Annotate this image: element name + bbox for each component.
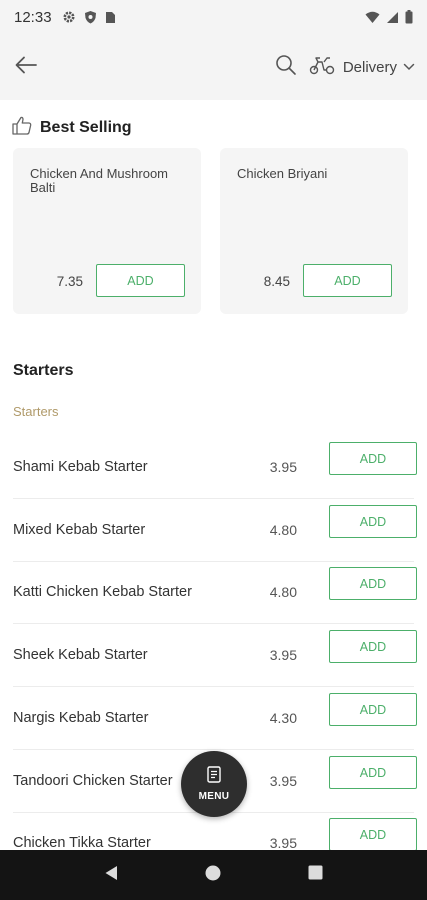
menu-item-price: 3.95 bbox=[269, 835, 297, 850]
scooter-icon bbox=[309, 55, 335, 80]
add-button[interactable]: ADD bbox=[329, 630, 417, 663]
add-button[interactable]: ADD bbox=[96, 264, 185, 297]
search-icon bbox=[275, 54, 297, 81]
row-divider bbox=[13, 686, 414, 687]
delivery-label: Delivery bbox=[342, 58, 397, 76]
add-button[interactable]: ADD bbox=[329, 756, 417, 789]
status-time: 12:33 bbox=[14, 8, 52, 26]
menu-item-price: 3.95 bbox=[269, 459, 297, 475]
wifi-icon bbox=[365, 11, 380, 24]
starters-section-title: Starters bbox=[13, 362, 74, 379]
signal-icon bbox=[386, 11, 399, 24]
chevron-down-icon bbox=[403, 58, 415, 76]
menu-item-name: Tandoori Chicken Starter bbox=[13, 773, 173, 789]
best-selling-header: Best Selling bbox=[12, 116, 132, 140]
menu-item-name: Sheek Kebab Starter bbox=[13, 647, 148, 663]
thumbs-up-icon bbox=[12, 116, 32, 140]
add-button[interactable]: ADD bbox=[329, 567, 417, 600]
system-nav-bar bbox=[0, 850, 427, 900]
gear-icon bbox=[62, 10, 76, 24]
menu-item-name: Katti Chicken Kebab Starter bbox=[13, 584, 192, 600]
menu-item-name: Shami Kebab Starter bbox=[13, 459, 148, 475]
delivery-selector[interactable]: Delivery bbox=[309, 55, 415, 80]
status-icons-left bbox=[62, 10, 116, 24]
nav-back-button[interactable] bbox=[96, 860, 126, 890]
menu-fab-label: MENU bbox=[198, 791, 230, 802]
menu-item-row[interactable]: Chicken Tikka Starter 3.95 ADD bbox=[13, 813, 417, 850]
row-divider bbox=[13, 623, 414, 624]
menu-item-name: Nargis Kebab Starter bbox=[13, 710, 149, 726]
menu-document-icon bbox=[207, 766, 221, 788]
add-button[interactable]: ADD bbox=[329, 693, 417, 726]
nav-home-button[interactable] bbox=[198, 860, 228, 890]
add-button[interactable]: ADD bbox=[303, 264, 392, 297]
row-divider bbox=[13, 498, 414, 499]
card-item-name: Chicken Briyani bbox=[237, 166, 328, 181]
menu-item-price: 3.95 bbox=[269, 773, 297, 789]
menu-item-row[interactable]: Shami Kebab Starter 3.95 ADD bbox=[13, 437, 417, 499]
menu-item-price: 3.95 bbox=[269, 647, 297, 663]
nav-recents-button[interactable] bbox=[301, 860, 331, 890]
menu-item-name: Mixed Kebab Starter bbox=[13, 522, 146, 538]
recents-square-icon bbox=[308, 865, 323, 885]
search-button[interactable] bbox=[273, 54, 299, 80]
best-selling-card[interactable]: Chicken And Mushroom Balti 7.35 ADD bbox=[13, 148, 201, 314]
arrow-left-icon bbox=[14, 55, 38, 80]
add-button[interactable]: ADD bbox=[329, 442, 417, 475]
add-button[interactable]: ADD bbox=[329, 505, 417, 538]
card-item-name: Chicken And Mushroom Balti bbox=[30, 166, 169, 195]
best-selling-card[interactable]: Chicken Briyani 8.45 ADD bbox=[220, 148, 408, 314]
menu-item-row[interactable]: Sheek Kebab Starter 3.95 ADD bbox=[13, 625, 417, 687]
menu-item-price: 4.80 bbox=[269, 522, 297, 538]
menu-content[interactable]: Best Selling Chicken And Mushroom Balti … bbox=[0, 100, 427, 850]
menu-fab-button[interactable]: MENU bbox=[181, 751, 247, 817]
app-bar: Delivery bbox=[0, 34, 427, 100]
status-bar: 12:33 bbox=[0, 0, 427, 34]
home-circle-icon bbox=[205, 865, 221, 886]
row-divider bbox=[13, 749, 414, 750]
back-button[interactable] bbox=[12, 53, 40, 81]
app-bar-actions: Delivery bbox=[273, 54, 415, 80]
menu-item-price: 4.80 bbox=[269, 584, 297, 600]
best-selling-title: Best Selling bbox=[40, 119, 132, 136]
back-triangle-icon bbox=[104, 865, 118, 886]
menu-item-row[interactable]: Mixed Kebab Starter 4.80 ADD bbox=[13, 500, 417, 562]
card-item-price: 7.35 bbox=[56, 274, 83, 289]
add-button[interactable]: ADD bbox=[329, 818, 417, 850]
menu-item-row[interactable]: Nargis Kebab Starter 4.30 ADD bbox=[13, 688, 417, 750]
menu-item-row[interactable]: Katti Chicken Kebab Starter 4.80 ADD bbox=[13, 562, 417, 624]
sim-card-icon bbox=[105, 11, 116, 24]
status-icons-right bbox=[365, 10, 413, 24]
menu-item-price: 4.30 bbox=[269, 710, 297, 726]
starters-category-label: Starters bbox=[13, 404, 59, 419]
card-item-price: 8.45 bbox=[263, 274, 290, 289]
menu-item-name: Chicken Tikka Starter bbox=[13, 835, 151, 850]
battery-icon bbox=[405, 10, 413, 24]
shield-icon bbox=[84, 10, 97, 24]
